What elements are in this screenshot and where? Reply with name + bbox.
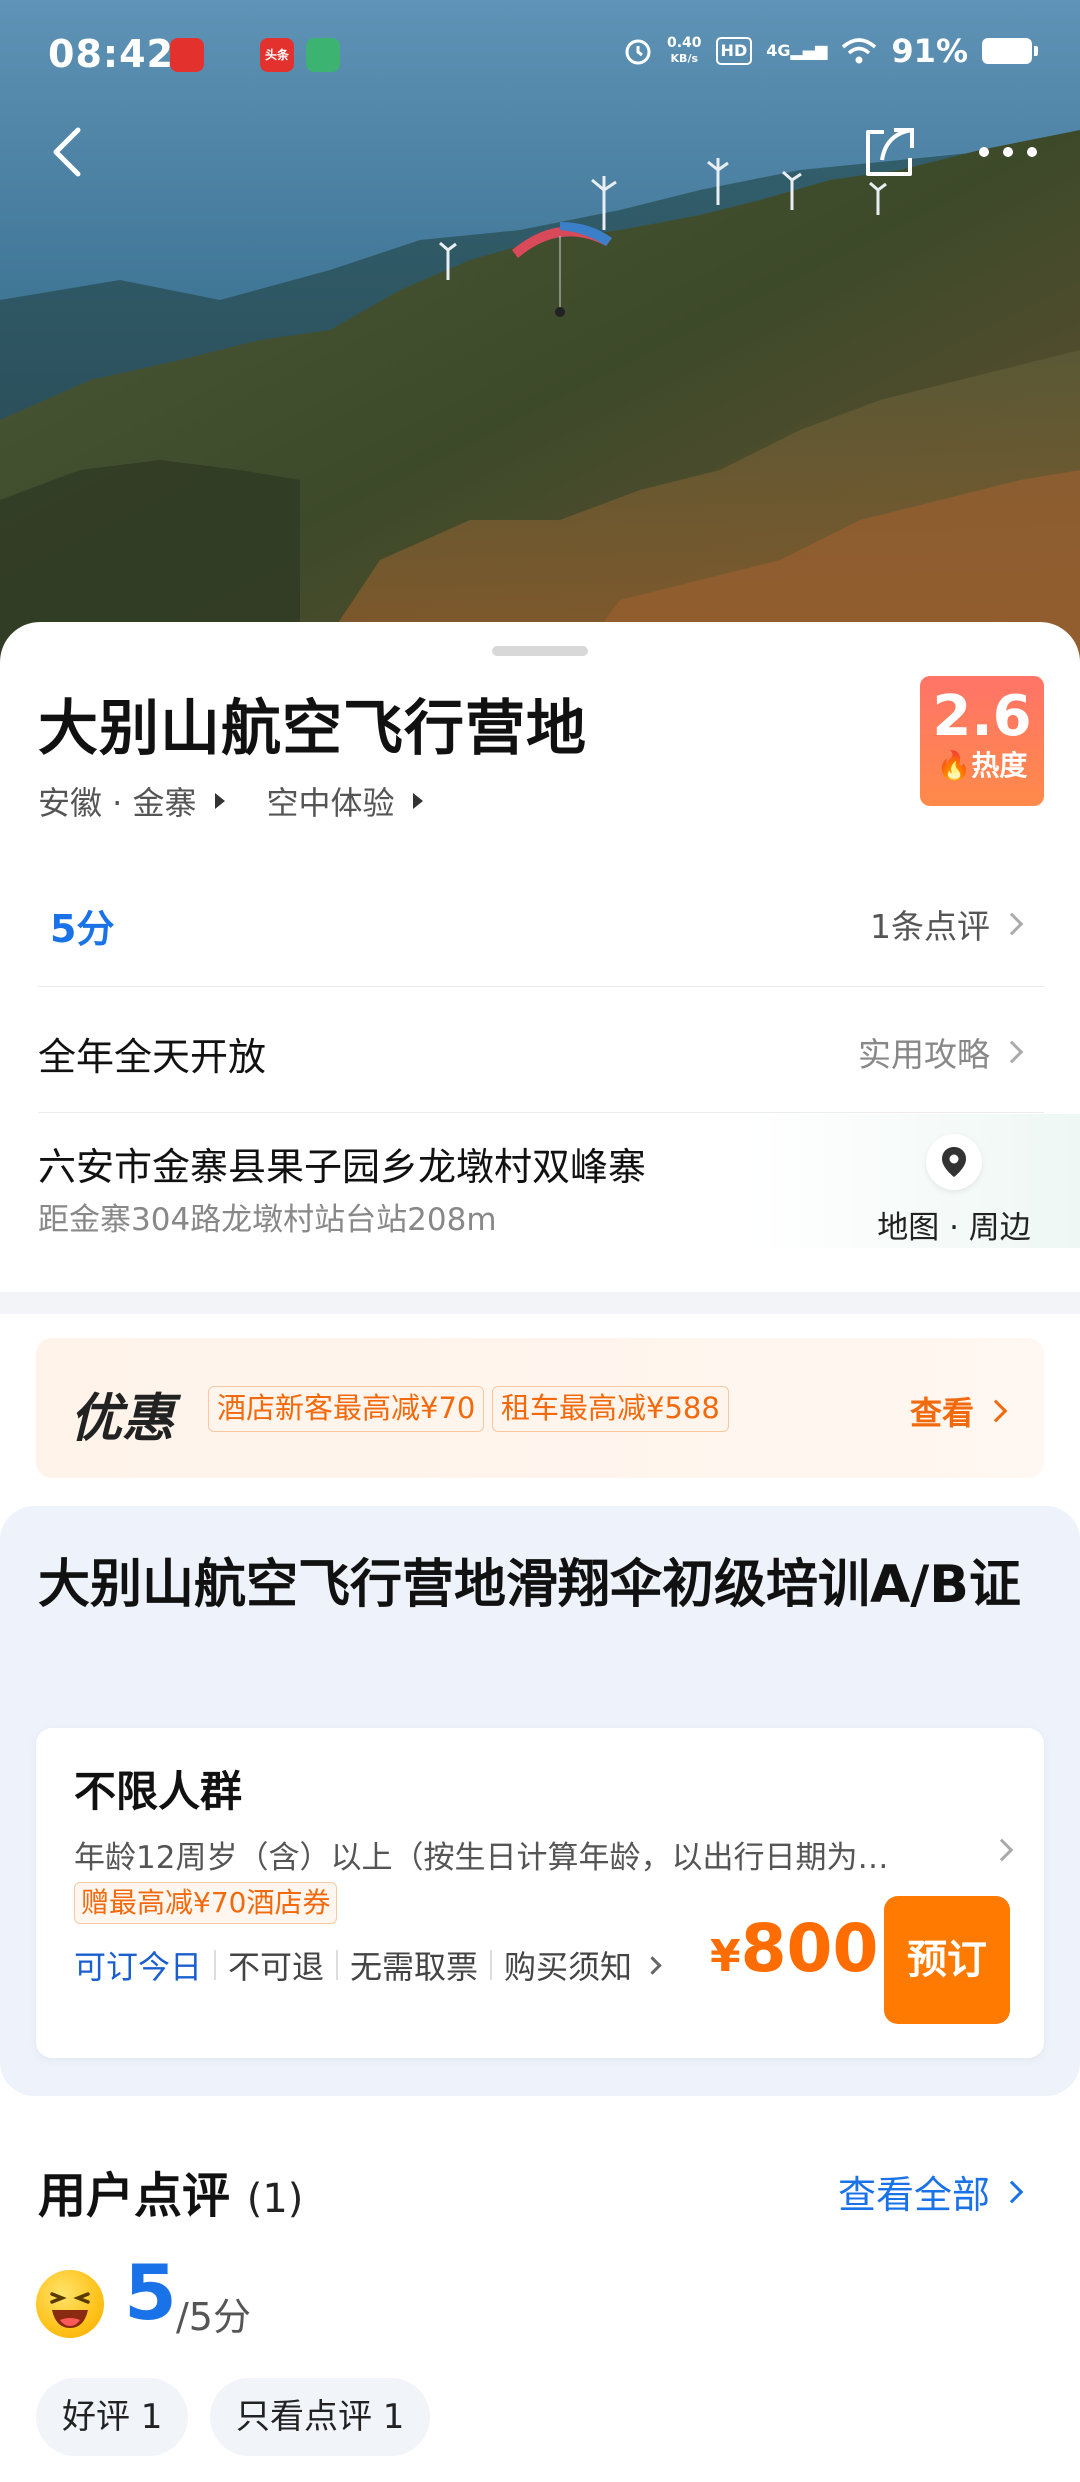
chevron-right-icon [643,1955,662,1975]
open-hours: 全年全天开放 [38,1035,267,1079]
purchase-notice-link[interactable]: 购买须知 [504,1942,632,1988]
map-button[interactable]: 地图 · 周边 [864,1134,1044,1247]
separator [336,1950,339,1980]
share-button[interactable] [848,112,928,192]
separator [214,1950,217,1980]
price: ¥800 [710,1910,878,1987]
heat-value: 2.6 [932,684,1032,749]
chevron-right-icon [1000,912,1024,936]
divider [38,986,1044,987]
map-label: 地图 · 周边 [877,1210,1031,1246]
hero-image: 08:42 头条 0.40 KB/s HD 4G▂▄▆ 91% [0,0,1080,680]
breadcrumb: 安徽 · 金寨 空中体验 [38,778,453,824]
see-all-reviews-button[interactable]: 查看全部 [837,2164,1024,2219]
book-today-label: 可订今日 [74,1948,203,1986]
filter-chip-positive[interactable]: 好评 1 [36,2378,189,2456]
battery-percent: 91% [891,32,968,70]
chevron-right-icon [1000,1040,1024,1064]
wifi-icon [842,38,877,64]
back-button[interactable] [28,112,108,192]
review-score: 5 [124,2248,177,2337]
distance-text: 距金寨304路龙墩村站台站208m [38,1202,497,1238]
product-card[interactable]: 不限人群 年龄12周岁（含）以上（按生日计算年龄，以出行日期为… 赠最高减¥70… [36,1728,1044,2058]
promo-see-button[interactable]: 查看 [909,1388,1008,1434]
detail-sheet: 大别山航空飞行营地 2.6 🔥热度 安徽 · 金寨 空中体验 5分 1条点评 全… [0,622,1080,2482]
triangle-right-icon [214,793,225,809]
user-reviews-title: 用户点评 (1) [38,2156,303,2226]
flame-icon: 🔥 [936,749,972,782]
net-speed: 0.40 KB/s [667,35,702,66]
separator [490,1950,493,1980]
section-gap [0,1292,1080,1314]
laughing-face-icon [36,2270,104,2338]
promo-see-label: 查看 [909,1394,974,1432]
rating-score: 5分 [50,907,115,951]
mountain-landscape-image [0,0,1080,680]
promo-tag: 酒店新客最高减¥70 [208,1386,485,1432]
reviews-link-label: 1条点评 [870,907,990,946]
review-score-max: /5分 [176,2295,251,2339]
filter-chip-reviews-only[interactable]: 只看点评 1 [210,2378,431,2456]
alarm-icon [625,39,651,65]
currency-symbol: ¥ [710,1931,741,1982]
divider [38,1112,1044,1113]
toutiao-app-icon: 头条 [260,38,294,72]
crumb-region[interactable]: 安徽 · 金寨 [38,778,197,824]
address-text: 六安市金寨县果子园乡龙墩村双峰寨 [38,1145,647,1189]
triangle-right-icon [412,793,423,809]
drag-handle[interactable] [492,646,588,656]
product-title[interactable]: 大别山航空飞行营地滑翔伞初级培训A/B证 [38,1552,1048,1618]
product-description: 年龄12周岁（含）以上（按生日计算年龄，以出行日期为… [74,1840,889,1876]
status-bar: 08:42 头条 0.40 KB/s HD 4G▂▄▆ 91% [0,28,1080,84]
more-button[interactable] [968,112,1048,192]
reviews-link[interactable]: 1条点评 [870,900,1024,948]
chevron-left-icon [53,127,81,177]
map-pin-icon [926,1134,982,1190]
promo-tag: 租车最高减¥588 [492,1386,729,1432]
promo-title: 优惠 [70,1389,175,1449]
heat-label: 🔥热度 [936,749,1028,782]
ticket-label: 无需取票 [350,1948,479,1986]
guide-link-label: 实用攻略 [858,1035,990,1074]
notification-app-icon [170,38,204,72]
video-app-icon [306,38,340,72]
user-reviews-count: (1) [246,2176,304,2222]
chevron-right-icon [984,1399,1008,1423]
page-title: 大别山航空飞行营地 [38,694,587,764]
chevron-right-icon [1000,2180,1024,2203]
coupon-tag: 赠最高减¥70酒店券 [74,1882,338,1924]
product-meta: 可订今日 不可退 无需取票 购买须知 [74,1942,662,1988]
more-dots-icon [979,147,1037,157]
hd-icon: HD [715,37,753,65]
battery-icon [982,38,1038,64]
address-row[interactable]: 六安市金寨县果子园乡龙墩村双峰寨 距金寨304路龙墩村站台站208m 地图 · … [0,1114,1080,1248]
user-reviews-title-text: 用户点评 [38,2168,231,2224]
heat-badge: 2.6 🔥热度 [920,676,1044,806]
book-button[interactable]: 预订 [884,1896,1010,2024]
status-time: 08:42 [48,32,174,76]
share-icon [866,128,914,176]
promo-banner[interactable]: 优惠 酒店新客最高减¥70 租车最高减¥588 查看 [36,1338,1044,1478]
guide-link[interactable]: 实用攻略 [858,1028,1024,1076]
price-value: 800 [740,1910,879,1987]
signal-icon: 4G▂▄▆ [766,41,828,60]
refund-label: 不可退 [228,1948,325,1986]
chevron-right-icon[interactable] [990,1838,1014,1862]
crumb-category[interactable]: 空中体验 [267,778,395,824]
see-all-label: 查看全部 [837,2173,990,2217]
audience-label: 不限人群 [74,1767,243,1816]
